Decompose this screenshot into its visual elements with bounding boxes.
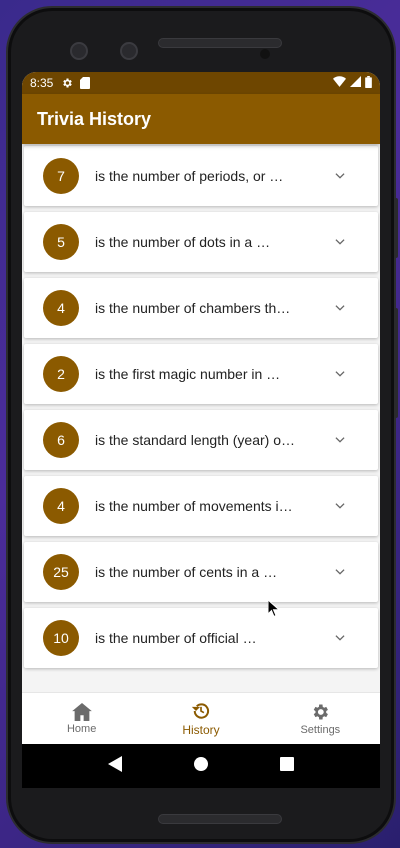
- nav-home[interactable]: Home: [22, 693, 141, 744]
- app-bar: Trivia History: [22, 94, 380, 144]
- history-item[interactable]: 5 is the number of dots in a …: [24, 212, 378, 272]
- fact-text: is the first magic number in …: [95, 366, 281, 382]
- wifi-icon: [333, 76, 346, 90]
- fact-text: is the standard length (year) o…: [95, 432, 295, 448]
- signal-icon: [350, 76, 361, 90]
- history-item[interactable]: 10 is the number of official …: [24, 608, 378, 668]
- fact-text: is the number of movements i…: [95, 498, 293, 514]
- back-icon[interactable]: [108, 755, 122, 777]
- number-badge: 4: [43, 290, 79, 326]
- status-time: 8:35: [30, 76, 54, 90]
- status-bar: 8:35: [22, 72, 380, 94]
- chevron-down-icon[interactable]: [322, 301, 358, 315]
- home-circle-icon[interactable]: [194, 756, 208, 776]
- history-item[interactable]: 4 is the number of movements i…: [24, 476, 378, 536]
- chevron-down-icon[interactable]: [322, 169, 358, 183]
- mouse-cursor-icon: [267, 598, 281, 623]
- system-navigation-bar: [22, 744, 380, 788]
- chevron-down-icon[interactable]: [322, 499, 358, 513]
- bottom-navigation: Home History Settings: [22, 692, 380, 744]
- chevron-down-icon[interactable]: [322, 433, 358, 447]
- fact-text: is the number of chambers th…: [95, 300, 291, 316]
- earpiece-speaker: [158, 38, 282, 48]
- home-icon: [71, 702, 92, 721]
- chevron-down-icon[interactable]: [322, 631, 358, 645]
- fact-text: is the number of periods, or …: [95, 168, 284, 184]
- gear-icon: [61, 77, 73, 89]
- history-item[interactable]: 6 is the standard length (year) o…: [24, 410, 378, 470]
- history-item[interactable]: 4 is the number of chambers th…: [24, 278, 378, 338]
- sd-card-icon: [79, 77, 91, 89]
- nav-history[interactable]: History: [141, 693, 260, 744]
- settings-icon: [314, 704, 329, 719]
- history-list: 7 is the number of periods, or … 5 is th…: [22, 144, 380, 668]
- history-icon: [191, 702, 210, 719]
- number-badge: 4: [43, 488, 79, 524]
- bottom-speaker: [158, 814, 282, 824]
- history-item[interactable]: 7 is the number of periods, or …: [24, 146, 378, 206]
- nav-settings[interactable]: Settings: [261, 693, 380, 744]
- history-item[interactable]: 25 is the number of cents in a …: [24, 542, 378, 602]
- history-item[interactable]: 2 is the first magic number in …: [24, 344, 378, 404]
- number-badge: 6: [43, 422, 79, 458]
- fact-text: is the number of official …: [95, 630, 257, 646]
- number-badge: 2: [43, 356, 79, 392]
- number-badge: 10: [43, 620, 79, 656]
- front-camera-icon: [70, 42, 88, 60]
- nav-history-label: History: [182, 722, 220, 737]
- page-title: Trivia History: [37, 108, 152, 129]
- nav-home-label: Home: [66, 722, 97, 735]
- front-sensor-icon: [120, 42, 138, 60]
- number-badge: 7: [43, 158, 79, 194]
- volume-button: [394, 308, 398, 418]
- chevron-down-icon[interactable]: [322, 367, 358, 381]
- fact-text: is the number of cents in a …: [95, 564, 278, 580]
- recents-square-icon[interactable]: [280, 756, 294, 776]
- app-screen: 8:35 Trivia History 7 is the number of p…: [22, 72, 380, 788]
- nav-settings-label: Settings: [300, 723, 341, 736]
- battery-icon: [365, 75, 372, 91]
- number-badge: 25: [43, 554, 79, 590]
- proximity-sensor: [260, 49, 270, 59]
- chevron-down-icon[interactable]: [322, 565, 358, 579]
- power-button: [394, 198, 398, 258]
- number-badge: 5: [43, 224, 79, 260]
- fact-text: is the number of dots in a …: [95, 234, 271, 250]
- chevron-down-icon[interactable]: [322, 235, 358, 249]
